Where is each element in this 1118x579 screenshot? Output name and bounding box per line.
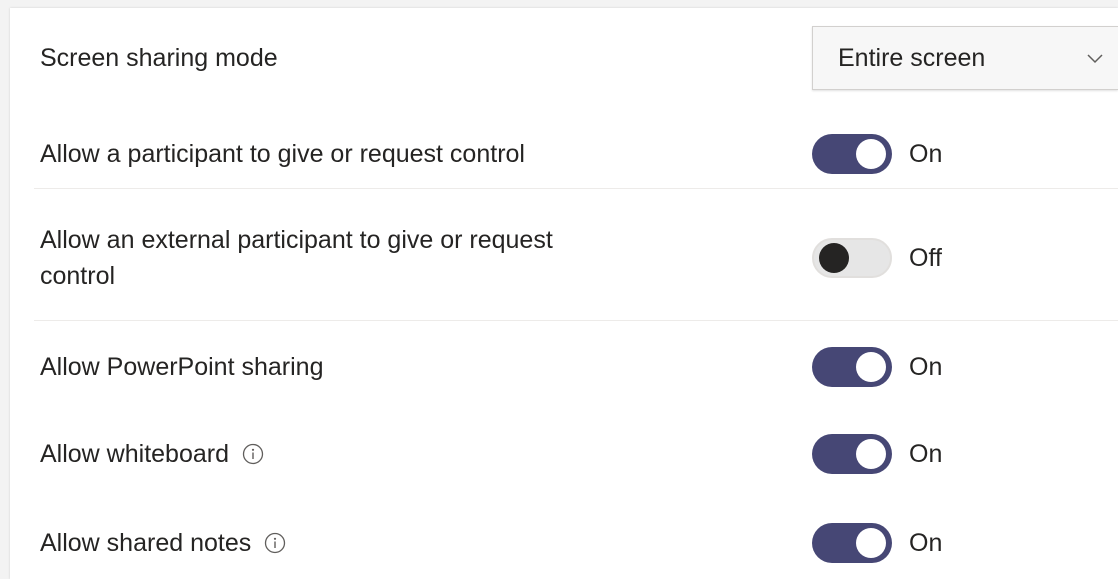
- external-label-line2: control: [40, 262, 116, 290]
- shared-notes-state: On: [909, 528, 943, 557]
- meeting-policy-panel: Screen sharing mode Entire screen Allow …: [10, 8, 1118, 579]
- divider: [34, 188, 1118, 189]
- toggle-knob: [856, 139, 886, 169]
- powerpoint-sharing-control: On: [812, 347, 942, 387]
- shared-notes-label: Allow shared notes: [40, 529, 252, 557]
- external-give-request-control-label: Allow an external participant to give or…: [40, 222, 660, 294]
- screen-sharing-mode-dropdown[interactable]: Entire screen: [812, 26, 1118, 90]
- external-give-request-control-toggle[interactable]: [812, 238, 892, 278]
- toggle-knob: [856, 352, 886, 382]
- external-label-line1: Allow an external participant to give or…: [40, 226, 553, 254]
- shared-notes-toggle[interactable]: [812, 523, 892, 563]
- info-icon[interactable]: [264, 532, 286, 554]
- give-request-control-label: Allow a participant to give or request c…: [40, 140, 525, 168]
- whiteboard-control: On: [812, 434, 942, 474]
- powerpoint-sharing-label: Allow PowerPoint sharing: [40, 353, 324, 381]
- chevron-down-icon: [1087, 54, 1103, 64]
- shared-notes-label-group: Allow shared notes: [40, 525, 286, 561]
- toggle-knob: [819, 243, 849, 273]
- external-give-request-control-control: Off: [812, 238, 942, 278]
- powerpoint-sharing-state: On: [909, 352, 943, 381]
- row-whiteboard: Allow whiteboard On: [10, 434, 1118, 474]
- give-request-control-state: On: [909, 139, 943, 168]
- whiteboard-label: Allow whiteboard: [40, 440, 229, 468]
- toggle-knob: [856, 439, 886, 469]
- row-external-give-request-control: Allow an external participant to give or…: [10, 220, 1118, 298]
- screen-sharing-mode-value: Entire screen: [838, 43, 986, 72]
- give-request-control-toggle[interactable]: [812, 134, 892, 174]
- row-shared-notes: Allow shared notes On: [10, 523, 1118, 563]
- row-powerpoint-sharing: Allow PowerPoint sharing On: [10, 347, 1118, 387]
- row-give-request-control: Allow a participant to give or request c…: [10, 134, 1118, 174]
- toggle-knob: [856, 528, 886, 558]
- screen-sharing-mode-label: Screen sharing mode: [40, 44, 278, 72]
- external-give-request-control-state: Off: [909, 243, 942, 272]
- shared-notes-control: On: [812, 523, 942, 563]
- whiteboard-state: On: [909, 439, 943, 468]
- whiteboard-toggle[interactable]: [812, 434, 892, 474]
- whiteboard-label-group: Allow whiteboard: [40, 436, 264, 472]
- give-request-control-control: On: [812, 134, 942, 174]
- divider: [34, 320, 1118, 321]
- powerpoint-sharing-toggle[interactable]: [812, 347, 892, 387]
- info-icon[interactable]: [242, 443, 264, 465]
